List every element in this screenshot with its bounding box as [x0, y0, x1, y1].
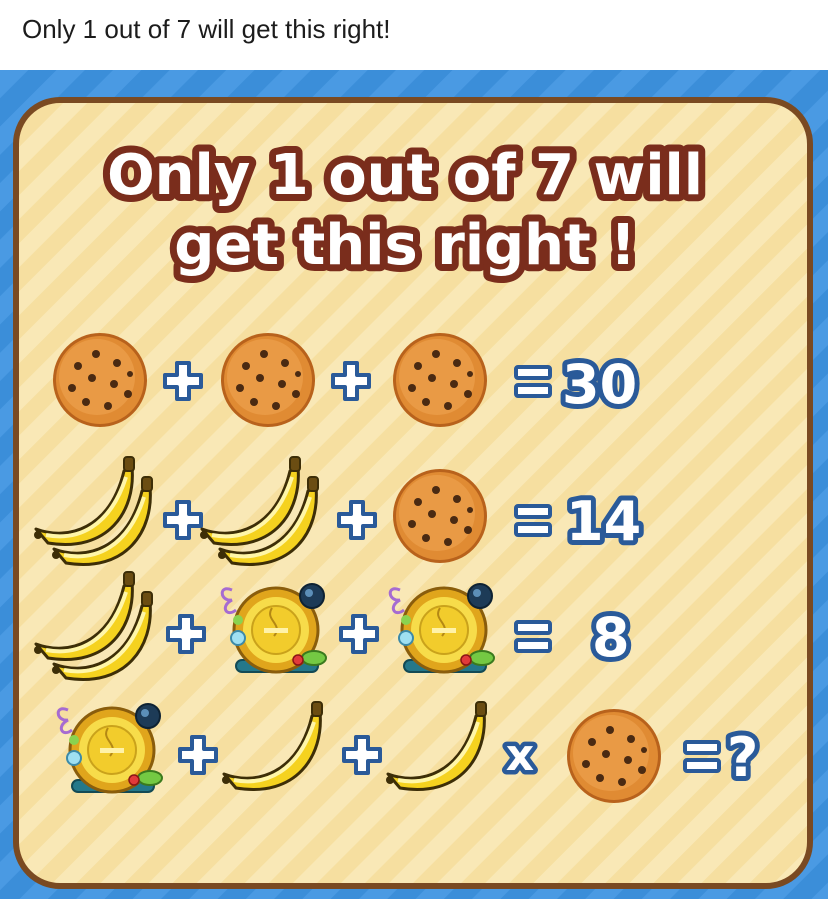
times-sign: x	[506, 730, 534, 781]
cookie-icon	[393, 469, 487, 563]
result-3: 8	[592, 606, 630, 669]
post-caption: Only 1 out of 7 will get this right!	[22, 14, 391, 44]
result-2: 14	[566, 490, 641, 553]
cookie-icon	[221, 333, 315, 427]
title-line1: Only 1 out of 7 will	[107, 143, 703, 208]
result-1: 30	[562, 353, 637, 416]
result-4: ?	[727, 726, 758, 789]
cookie-icon	[53, 333, 147, 427]
title-line2: get this right !	[174, 213, 636, 278]
puzzle-image: Only 1 out of 7 will Only 1 out of 7 wil…	[0, 70, 828, 899]
cookie-icon	[393, 333, 487, 427]
cookie-icon	[567, 709, 661, 803]
